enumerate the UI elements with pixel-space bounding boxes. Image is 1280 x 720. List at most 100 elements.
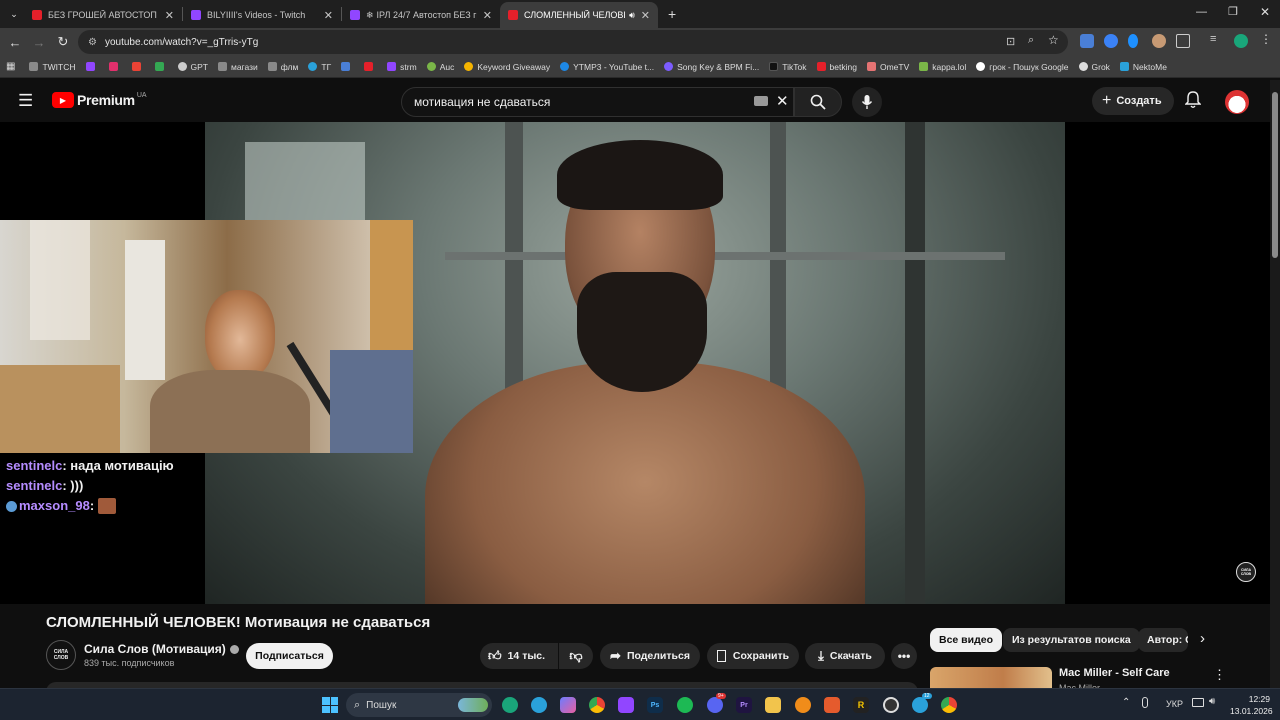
bookmark-item[interactable]: флм (267, 62, 298, 72)
browser-tab[interactable]: БЕЗ ГРОШЕЙ АВТОСТОП 2000 ✕ (24, 2, 182, 28)
edge-icon[interactable] (502, 697, 518, 713)
download-button[interactable]: ⤓ Скачать (805, 643, 885, 669)
premiere-icon[interactable]: Pr (736, 697, 752, 713)
channel-watermark-logo[interactable]: СИЛА СЛОВ (1236, 562, 1256, 582)
clear-search-icon[interactable]: ✕ (776, 92, 789, 110)
new-tab-button[interactable]: + (668, 6, 676, 22)
twitch-icon[interactable] (618, 697, 634, 713)
spotify-icon[interactable] (677, 697, 693, 713)
restore-window-button[interactable]: ❐ (1228, 5, 1238, 18)
translate-extension-icon[interactable] (1080, 34, 1094, 48)
account-avatar[interactable] (1225, 90, 1249, 114)
photoshop-icon[interactable]: Ps (647, 697, 663, 713)
bookmark-item[interactable]: YTMP3 - YouTube t... (560, 62, 654, 72)
bookmark-item[interactable] (85, 62, 99, 71)
dislike-button[interactable]: 👎︎ (559, 643, 593, 669)
bookmark-item[interactable]: OmeTV (866, 62, 909, 72)
telegram-icon[interactable] (531, 697, 547, 713)
bookmark-item[interactable] (364, 62, 377, 71)
search-button[interactable] (794, 87, 842, 117)
extension-icon[interactable] (1128, 34, 1138, 48)
show-hidden-icons-chevron-icon[interactable]: ⌃ (1122, 697, 1130, 708)
browser-menu-icon[interactable]: ⋮ (1260, 32, 1274, 46)
close-window-button[interactable]: ✕ (1260, 5, 1270, 19)
apps-grid-icon[interactable]: ▦ (6, 61, 15, 72)
bookmark-item[interactable]: strm (387, 62, 417, 72)
video-player[interactable]: sentinelc: нада мотивацію sentinelc: )))… (0, 122, 1270, 604)
site-info-icon[interactable]: ⚙ (88, 37, 97, 48)
minimize-window-button[interactable]: — (1196, 6, 1207, 18)
save-button[interactable]: Сохранить (707, 643, 799, 669)
fl-studio-icon[interactable] (795, 697, 811, 713)
reload-icon[interactable]: ↻ (51, 30, 75, 54)
create-button[interactable]: + Создать (1092, 87, 1174, 115)
forward-arrow-icon[interactable]: → (27, 30, 51, 54)
chip-by-author[interactable]: Автор: Сила Слов (1138, 628, 1188, 652)
subscribe-button[interactable]: Подписаться (246, 643, 333, 669)
file-explorer-icon[interactable] (765, 697, 781, 713)
browser-tab[interactable]: BILYIIII's Videos - Twitch ✕ (183, 2, 341, 28)
copilot-icon[interactable] (560, 697, 576, 713)
discord-icon[interactable] (707, 697, 723, 713)
extension-icon[interactable] (1152, 34, 1166, 48)
channel-name[interactable]: Сила Слов (Мотивация) (84, 642, 226, 656)
obs-icon[interactable] (883, 697, 899, 713)
bookmark-item[interactable]: NektoMe (1119, 62, 1167, 72)
bookmark-item[interactable]: Song Key & BPM Fi... (664, 62, 759, 72)
bookmark-item[interactable]: Grok (1078, 62, 1110, 72)
close-tab-icon[interactable]: ✕ (483, 9, 492, 22)
bookmark-item[interactable]: грок - Пошук Google (976, 62, 1069, 72)
bookmark-item[interactable]: TikTok (769, 62, 807, 72)
close-tab-icon[interactable]: ✕ (641, 9, 650, 22)
close-tab-icon[interactable]: ✕ (165, 9, 174, 22)
windows-start-icon[interactable] (322, 697, 338, 713)
app-icon[interactable]: R (853, 697, 869, 713)
chip-from-search[interactable]: Из результатов поиска (1003, 628, 1140, 652)
tab-search-chevron-icon[interactable]: ⌄ (4, 2, 24, 26)
related-video-menu-icon[interactable]: ⋮ (1213, 667, 1226, 683)
like-button[interactable]: 👍︎ 14 тыс. (480, 643, 558, 669)
bookmark-item[interactable] (131, 62, 145, 71)
bookmark-item[interactable] (154, 62, 168, 71)
more-actions-button[interactable]: ••• (891, 643, 917, 669)
chrome-icon[interactable] (589, 697, 605, 713)
chips-next-arrow-icon[interactable]: › (1200, 630, 1205, 647)
bookmark-item[interactable]: betking (816, 62, 857, 72)
microphone-tray-icon[interactable] (1142, 697, 1148, 708)
bookmark-item[interactable] (341, 62, 354, 71)
bookmark-item[interactable]: TWITCH (29, 62, 76, 72)
notifications-bell-icon[interactable] (1184, 91, 1202, 114)
app-icon[interactable] (824, 697, 840, 713)
close-tab-icon[interactable]: ✕ (324, 9, 333, 22)
share-button[interactable]: ➦ Поделиться (600, 643, 700, 669)
bookmark-item[interactable]: ТГ (308, 62, 331, 72)
bookmark-star-icon[interactable]: ☆ (1048, 33, 1059, 47)
bookmark-item[interactable]: kappa.lol (919, 62, 966, 72)
battery-icon[interactable] (1225, 698, 1229, 710)
chip-all-videos[interactable]: Все видео (930, 628, 1003, 652)
channel-avatar[interactable]: СИЛА СЛОВ (46, 640, 76, 670)
related-video-title[interactable]: Mac Miller - Self Care (1059, 667, 1170, 679)
chrome-icon[interactable] (941, 697, 957, 713)
zoom-icon[interactable]: ⌕ (1028, 34, 1034, 47)
related-video-thumbnail[interactable] (930, 667, 1052, 689)
network-icon[interactable] (1192, 698, 1204, 707)
guide-menu-icon[interactable]: ☰ (18, 91, 33, 111)
bookmark-item[interactable]: Keyword Giveaway (464, 62, 550, 72)
bookmark-item[interactable]: Auc (426, 62, 454, 72)
browser-tab[interactable]: ❄ IРЛ 24/7 Автостоп БЕЗ гро ✕ (342, 2, 500, 28)
youtube-logo[interactable]: ▶ Premium UA (52, 92, 147, 108)
voice-search-button[interactable] (852, 87, 882, 117)
reading-list-icon[interactable]: ≡ (1210, 33, 1224, 47)
address-bar[interactable]: ⚙ youtube.com/watch?v=_gTrris-yTg ⊡ ⌕ ☆ (78, 30, 1068, 54)
puzzle-extensions-icon[interactable] (1176, 34, 1190, 48)
taskbar-search-box[interactable]: ⌕ Пошук (346, 693, 492, 717)
bookmark-item[interactable]: GPT (177, 62, 208, 72)
profile-avatar-icon[interactable] (1234, 34, 1248, 48)
bookmark-item[interactable] (108, 62, 122, 71)
speaker-icon[interactable]: 🔊︎ (629, 10, 635, 21)
telegram-icon[interactable] (912, 697, 928, 713)
volume-icon[interactable]: 🔊︎ (1209, 696, 1215, 707)
system-clock[interactable]: 12:29 13.01.2026 (1230, 693, 1273, 717)
search-input[interactable]: мотивация не сдаваться ✕ (401, 87, 794, 117)
